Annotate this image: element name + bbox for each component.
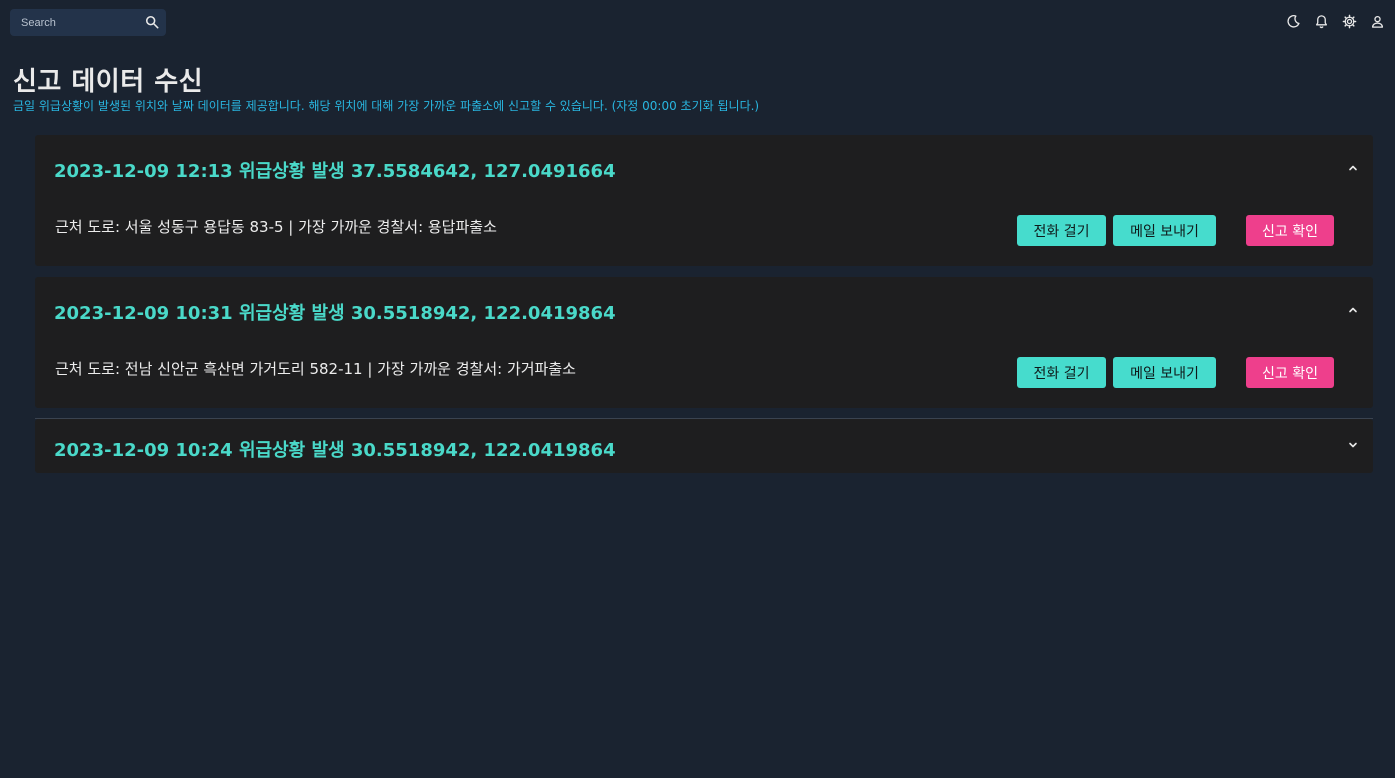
report-card-body: 근처 도로: 서울 성동구 용답동 83-5 | 가장 가까운 경찰서: 용답파… — [35, 203, 1373, 267]
page-subtitle: 금일 위급상황이 발생된 위치와 날짜 데이터를 제공합니다. 해당 위치에 대… — [13, 99, 760, 113]
user-icon[interactable] — [1370, 14, 1385, 29]
report-title: 2023-12-09 12:13 위급상황 발생 37.5584642, 127… — [54, 161, 616, 182]
report-card: 2023-12-09 10:24 위급상황 발생 30.5518942, 122… — [35, 419, 1373, 473]
report-detail: 근처 도로: 서울 성동구 용답동 83-5 | 가장 가까운 경찰서: 용답파… — [55, 218, 497, 236]
report-card-header[interactable]: 2023-12-09 12:13 위급상황 발생 37.5584642, 127… — [35, 135, 1373, 203]
topbar-icons — [1286, 14, 1385, 29]
report-detail: 근처 도로: 전남 신안군 흑산면 가거도리 582-11 | 가장 가까운 경… — [55, 360, 576, 378]
send-mail-button[interactable]: 메일 보내기 — [1113, 215, 1216, 246]
report-card: 2023-12-09 10:31 위급상황 발생 30.5518942, 122… — [35, 277, 1373, 408]
send-mail-button[interactable]: 메일 보내기 — [1113, 357, 1216, 388]
report-title: 2023-12-09 10:24 위급상황 발생 30.5518942, 122… — [54, 440, 616, 461]
confirm-report-button[interactable]: 신고 확인 — [1246, 215, 1334, 246]
moon-icon[interactable] — [1286, 14, 1301, 29]
report-card: 2023-12-09 12:13 위급상황 발생 37.5584642, 127… — [35, 135, 1373, 266]
call-button[interactable]: 전화 걸기 — [1017, 357, 1106, 388]
bell-icon[interactable] — [1314, 14, 1329, 29]
top-bar — [0, 0, 1395, 46]
page-title: 신고 데이터 수신 — [13, 67, 204, 97]
chevron-up-icon[interactable] — [1347, 304, 1359, 316]
report-card-header[interactable]: 2023-12-09 10:31 위급상황 발생 30.5518942, 122… — [35, 277, 1373, 345]
chevron-up-icon[interactable] — [1347, 162, 1359, 174]
report-card-body: 근처 도로: 전남 신안군 흑산면 가거도리 582-11 | 가장 가까운 경… — [35, 345, 1373, 409]
chevron-down-icon[interactable] — [1347, 439, 1359, 451]
report-card-header[interactable]: 2023-12-09 10:24 위급상황 발생 30.5518942, 122… — [35, 419, 1373, 473]
report-title: 2023-12-09 10:31 위급상황 발생 30.5518942, 122… — [54, 303, 616, 324]
gear-icon[interactable] — [1342, 14, 1357, 29]
call-button[interactable]: 전화 걸기 — [1017, 215, 1106, 246]
search-input[interactable] — [10, 9, 135, 36]
search-box[interactable] — [10, 9, 166, 36]
search-icon[interactable] — [145, 15, 159, 29]
confirm-report-button[interactable]: 신고 확인 — [1246, 357, 1334, 388]
